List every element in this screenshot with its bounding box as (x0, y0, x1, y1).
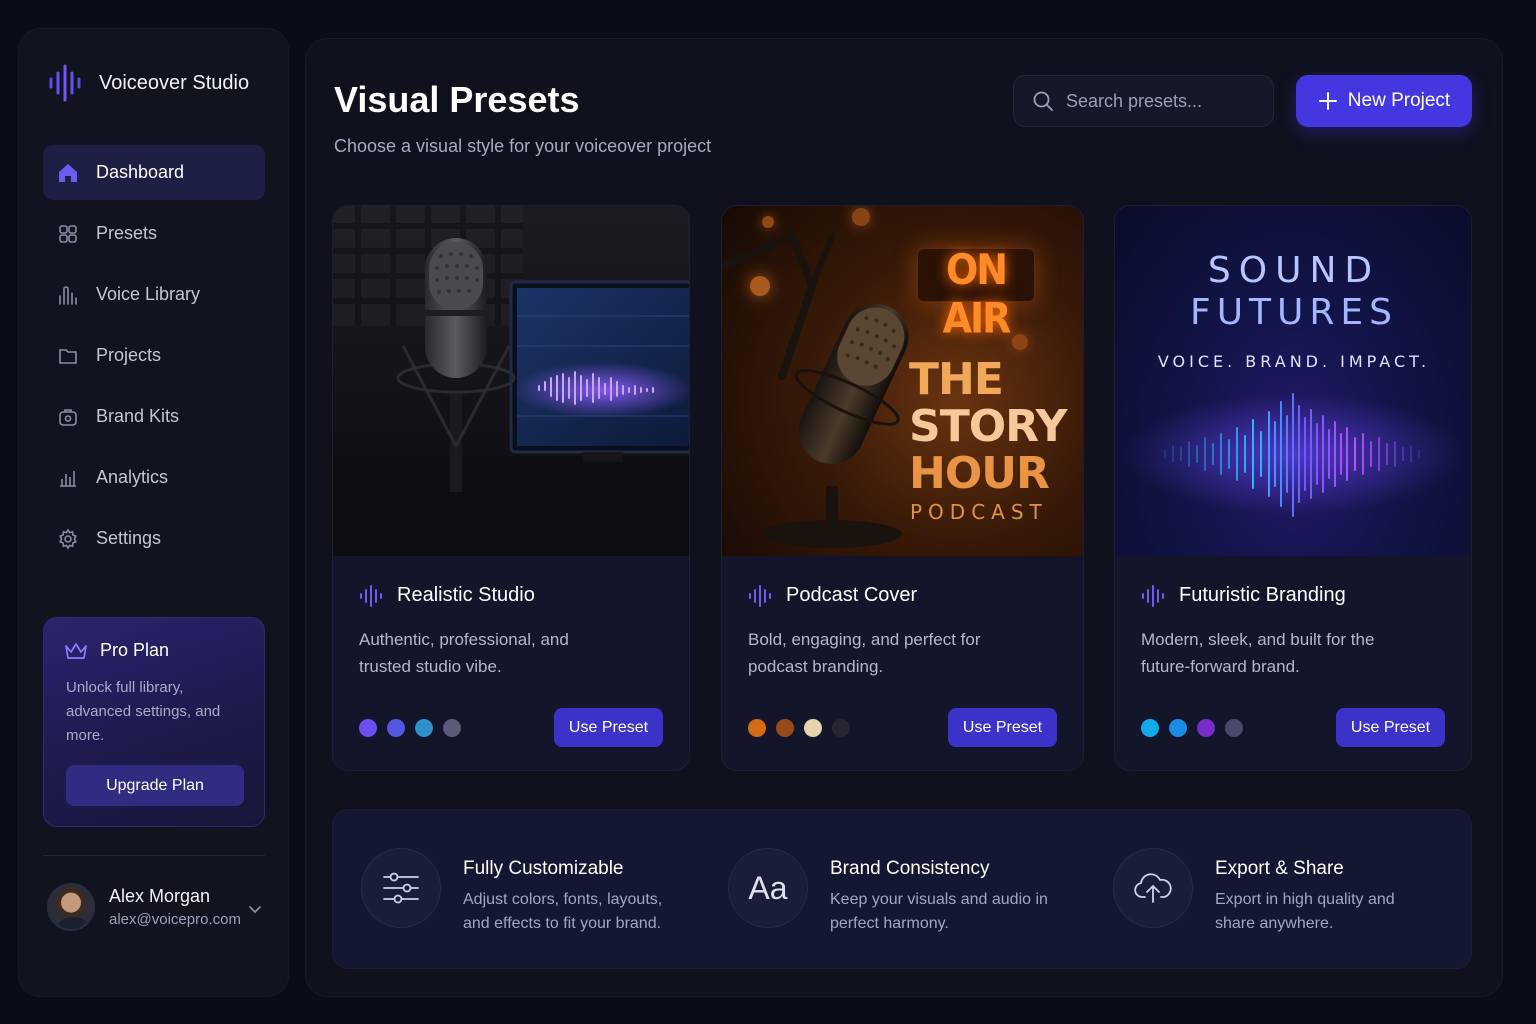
brand-kit-icon (57, 406, 79, 428)
sliders-icon (361, 848, 441, 928)
preset-card-futuristic-branding[interactable]: SOUND FUTURES VOICE. BRAND. IMPACT. Futu… (1114, 205, 1472, 771)
use-preset-button[interactable]: Use Preset (554, 708, 663, 747)
sidebar-item-voice-library[interactable]: Voice Library (43, 267, 265, 322)
pro-plan-text: Unlock full library, advanced settings, … (66, 679, 221, 744)
main-panel: Visual Presets Choose a visual style for… (305, 38, 1503, 997)
search-input[interactable] (1066, 90, 1256, 112)
feature-text: Export in high quality and share anywher… (1215, 891, 1395, 932)
sidebar-item-label: Projects (96, 345, 162, 365)
new-project-label: New Project (1347, 90, 1451, 111)
sidebar-item-dashboard[interactable]: Dashboard (43, 145, 265, 200)
podcast-title-line-1: THE (909, 354, 1004, 405)
sidebar-item-label: Presets (96, 223, 158, 243)
sidebar-divider (43, 855, 265, 856)
cloud-upload-icon (1113, 848, 1193, 928)
chevron-down-icon[interactable] (247, 901, 263, 917)
page-subtitle: Choose a visual style for your voiceover… (334, 136, 712, 156)
user-name: Alex Morgan (109, 886, 211, 906)
color-swatch (1197, 719, 1215, 737)
color-swatch (1169, 719, 1187, 737)
preset-image-podcast-cover: ON AIR THE STORY HOUR PODCAST (722, 206, 1083, 556)
upgrade-plan-button[interactable]: Upgrade Plan (66, 765, 244, 806)
feature-export-share: Export & Share Export in high quality an… (1113, 848, 1435, 936)
feature-text: Adjust colors, fonts, layouts, and effec… (463, 891, 663, 932)
feature-title: Export & Share (1215, 858, 1344, 879)
brand[interactable]: Voiceover Studio (47, 63, 249, 103)
sidebar-item-label: Voice Library (96, 284, 201, 304)
preset-image-realistic-studio (333, 206, 689, 556)
color-swatch (443, 719, 461, 737)
user-profile[interactable]: Alex Morgan alex@voicepro.com (47, 883, 241, 931)
preset-card-podcast-cover[interactable]: ON AIR THE STORY HOUR PODCAST Podcast Co… (721, 205, 1084, 771)
features-strip: Fully Customizable Adjust colors, fonts,… (332, 809, 1472, 969)
voice-library-icon (57, 284, 79, 306)
sidebar-item-settings[interactable]: Settings (43, 511, 265, 566)
sidebar-item-label: Brand Kits (96, 406, 180, 426)
color-swatch (415, 719, 433, 737)
preset-title: Podcast Cover (786, 584, 918, 606)
podcast-title-line-3: HOUR (909, 448, 1050, 499)
sidebar-item-label: Analytics (96, 467, 169, 487)
presets-icon (57, 223, 79, 245)
color-swatch (748, 719, 766, 737)
pro-plan-card: Pro Plan Unlock full library, advanced s… (43, 617, 265, 827)
feature-title: Fully Customizable (463, 858, 624, 879)
color-swatch (776, 719, 794, 737)
preset-description: Modern, sleek, and built for the future-… (1141, 630, 1375, 676)
color-swatch (832, 719, 850, 737)
waveform-logo-icon (49, 64, 81, 102)
pro-plan-title: Pro Plan (100, 640, 170, 660)
new-project-button[interactable]: New Project (1296, 75, 1472, 127)
analytics-icon (57, 467, 79, 489)
feature-text: Keep your visuals and audio in perfect h… (830, 891, 1048, 932)
sidebar-nav: Dashboard Presets Voice Library Projects… (43, 145, 265, 572)
preset-description: Bold, engaging, and perfect for podcast … (748, 630, 981, 676)
crown-icon (65, 642, 87, 659)
sidebar-item-brand-kits[interactable]: Brand Kits (43, 389, 265, 444)
folder-icon (57, 345, 79, 367)
search-box[interactable] (1013, 75, 1274, 127)
sidebar-item-label: Settings (96, 528, 162, 548)
waveform-icon (1142, 584, 1164, 607)
search-icon (1033, 91, 1053, 111)
waveform-icon (360, 584, 382, 607)
sidebar-item-presets[interactable]: Presets (43, 206, 265, 261)
use-preset-button[interactable]: Use Preset (948, 708, 1057, 747)
sidebar-item-label: Dashboard (96, 162, 185, 182)
color-swatch (387, 719, 405, 737)
feature-fully-customizable: Fully Customizable Adjust colors, fonts,… (361, 848, 683, 936)
home-icon (57, 162, 79, 184)
color-swatches (1141, 719, 1243, 737)
typography-glyph: Aa (748, 869, 788, 906)
preset-title: Realistic Studio (397, 584, 535, 606)
color-swatches (748, 719, 850, 737)
color-swatch (1141, 719, 1159, 737)
preset-description: Authentic, professional, and trusted stu… (359, 630, 569, 676)
preset-card-realistic-studio[interactable]: Realistic Studio Authentic, professional… (332, 205, 690, 771)
preset-image-futuristic-branding: SOUND FUTURES VOICE. BRAND. IMPACT. (1115, 206, 1471, 556)
app-name: Voiceover Studio (99, 71, 250, 94)
podcast-title-line-2: STORY (909, 401, 1067, 452)
sidebar: Voiceover Studio Dashboard Presets Voice… (18, 28, 289, 997)
feature-title: Brand Consistency (830, 858, 990, 879)
use-preset-button[interactable]: Use Preset (1336, 708, 1445, 747)
color-swatches (359, 719, 461, 737)
sidebar-item-projects[interactable]: Projects (43, 328, 265, 383)
user-email: alex@voicepro.com (109, 911, 241, 928)
avatar (47, 883, 95, 931)
plus-icon (1318, 92, 1337, 110)
color-swatch (1225, 719, 1243, 737)
waveform-icon (749, 584, 771, 607)
sidebar-item-analytics[interactable]: Analytics (43, 450, 265, 505)
podcast-subtitle: PODCAST (910, 500, 1048, 524)
feature-brand-consistency: Aa Brand Consistency Keep your visuals a… (728, 848, 1050, 936)
gear-icon (57, 527, 79, 550)
color-swatch (359, 719, 377, 737)
preset-title: Futuristic Branding (1179, 584, 1346, 606)
color-swatch (804, 719, 822, 737)
typography-icon: Aa (728, 848, 808, 928)
page-title: Visual Presets (334, 79, 580, 120)
